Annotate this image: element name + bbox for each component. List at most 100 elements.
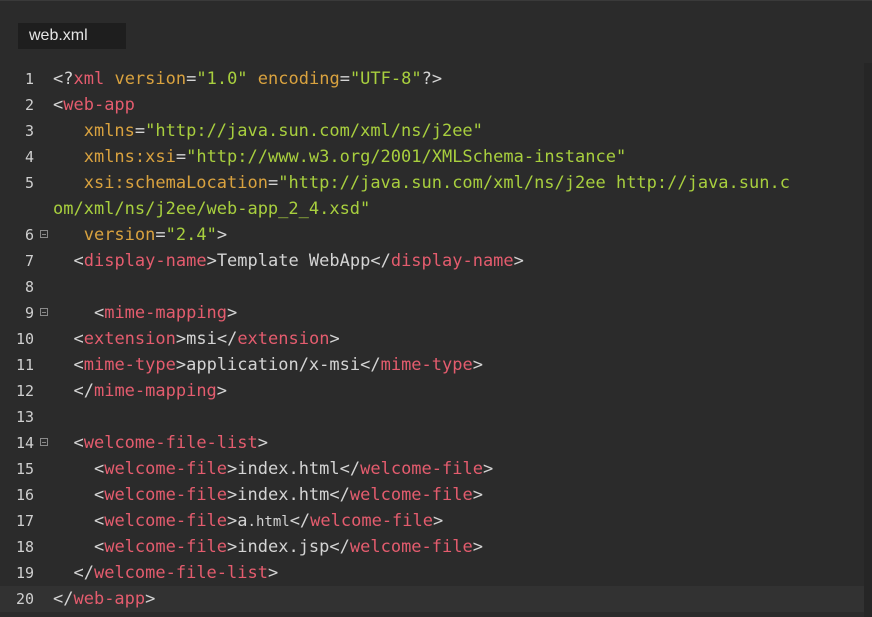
code-editor[interactable]: 1 <?xml version="1.0" encoding="UTF-8"?> 2… <box>0 66 864 617</box>
code-token: > <box>216 225 228 245</box>
code-line[interactable]: 4 xmlns:xsi="http://www.w3.org/2001/XMLS… <box>0 144 864 170</box>
code-line[interactable]: 18 <welcome-file>index.jsp</welcome-file… <box>0 534 864 560</box>
code-line[interactable]: 2 <web-app <box>0 92 864 118</box>
code-line[interactable]: 11 <mime-type>application/x-msi</mime-ty… <box>0 352 864 378</box>
code-token: mime-mapping <box>93 381 217 401</box>
code-token: xmlns:xsi <box>83 147 176 167</box>
code-line[interactable]: 6 version="2.4"> <box>0 222 864 248</box>
line-gutter: 9 <box>0 300 52 326</box>
line-number: 6 <box>24 226 34 244</box>
fold-toggle-icon[interactable] <box>40 308 48 316</box>
line-number: 5 <box>24 174 34 192</box>
line-gutter: 20 <box>0 586 52 612</box>
code-token: > <box>472 355 483 375</box>
fold-toggle-icon[interactable] <box>40 438 48 446</box>
code-token: welcome-file <box>310 511 433 531</box>
line-number: 7 <box>24 252 34 270</box>
code-content: <welcome-file>a.html</welcome-file> <box>53 508 443 535</box>
code-token: extension <box>237 329 330 349</box>
code-token: mime-type <box>380 355 473 375</box>
code-token: </ <box>53 589 74 609</box>
line-gutter: 13 <box>0 404 52 430</box>
tab-web-xml[interactable]: web.xml <box>18 23 126 49</box>
line-number: 19 <box>15 564 34 582</box>
code-token: > <box>227 537 238 557</box>
line-gutter: 11 <box>0 352 52 378</box>
code-token: welcome-file <box>104 459 228 479</box>
code-line[interactable]: 10 <extension>msi</extension> <box>0 326 864 352</box>
code-line[interactable]: 17 <welcome-file>a.html</welcome-file> <box>0 508 864 534</box>
code-line[interactable]: 3 xmlns="http://java.sun.com/xml/ns/j2ee… <box>0 118 864 144</box>
fold-toggle-icon[interactable] <box>40 230 48 238</box>
code-line[interactable]: 20 </web-app> <box>0 586 864 612</box>
line-gutter: 1 <box>0 66 52 92</box>
code-token: < <box>93 511 105 531</box>
code-token: "UTF-8" <box>349 69 422 89</box>
code-line[interactable]: 15 <welcome-file>index.html</welcome-fil… <box>0 456 864 482</box>
code-token: > <box>175 355 187 375</box>
line-gutter: 6 <box>0 222 52 248</box>
line-number: 14 <box>15 434 34 452</box>
code-line[interactable]: om/xml/ns/j2ee/web-app_2_4.xsd" <box>0 196 864 222</box>
code-token: welcome-file <box>360 459 483 479</box>
code-line[interactable]: 5 xsi:schemaLocation="http://java.sun.co… <box>0 170 864 196</box>
code-content: version="2.4"> <box>53 222 227 248</box>
code-content: <welcome-file>index.jsp</welcome-file> <box>53 534 483 560</box>
line-number: 1 <box>24 70 34 88</box>
code-line[interactable]: 12 </mime-mapping> <box>0 378 864 404</box>
code-token: welcome-file <box>104 537 228 557</box>
code-content: <welcome-file-list> <box>53 430 268 456</box>
code-token: > <box>433 511 444 531</box>
code-content: <extension>msi</extension> <box>53 326 339 352</box>
code-line[interactable]: 19 </welcome-file-list> <box>0 560 864 586</box>
code-token: </ <box>339 459 361 479</box>
line-gutter: 5 <box>0 170 52 196</box>
code-token: ?> <box>421 69 443 89</box>
code-token: = <box>186 69 197 89</box>
code-line[interactable]: 9 <mime-mapping> <box>0 300 864 326</box>
code-token: index.jsp <box>237 537 330 557</box>
code-token: version <box>83 225 156 245</box>
line-number: 4 <box>24 148 34 166</box>
code-token: web-app <box>63 95 135 115</box>
line-number: 10 <box>15 330 34 348</box>
line-gutter: 14 <box>0 430 52 456</box>
code-token: mime-type <box>83 355 176 375</box>
code-token: welcome-file <box>104 511 228 531</box>
code-token: = <box>175 147 187 167</box>
code-line[interactable]: 1 <?xml version="1.0" encoding="UTF-8"?> <box>0 66 864 92</box>
code-token: = <box>339 69 350 89</box>
code-token: "1.0" <box>196 69 248 89</box>
code-line[interactable]: 8 <box>0 274 864 300</box>
code-line[interactable]: 16 <welcome-file>index.htm</welcome-file… <box>0 482 864 508</box>
code-token: mime-mapping <box>104 303 228 323</box>
code-token: < <box>73 251 84 271</box>
code-token: > <box>227 303 238 323</box>
code-token: = <box>155 225 166 245</box>
code-token: < <box>53 95 64 115</box>
line-number: 15 <box>15 460 34 478</box>
code-token: = <box>267 173 279 193</box>
line-number: 18 <box>15 538 34 556</box>
code-content: <display-name>Template WebApp</display-n… <box>53 248 523 274</box>
code-token: < <box>73 355 84 375</box>
code-token: < <box>93 303 105 323</box>
code-token: > <box>175 329 187 349</box>
code-line[interactable]: 13 <box>0 404 864 430</box>
code-line[interactable]: 7 <display-name>Template WebApp</display… <box>0 248 864 274</box>
code-token: xmlns <box>83 121 135 141</box>
line-gutter: 12 <box>0 378 52 404</box>
code-content: <?xml version="1.0" encoding="UTF-8"?> <box>53 66 442 92</box>
code-line[interactable]: 14 <welcome-file-list> <box>0 430 864 456</box>
code-token: > <box>267 563 279 583</box>
code-token: > <box>472 485 483 505</box>
code-token: welcome-file-list <box>83 433 258 453</box>
vertical-scrollbar[interactable] <box>864 63 872 617</box>
